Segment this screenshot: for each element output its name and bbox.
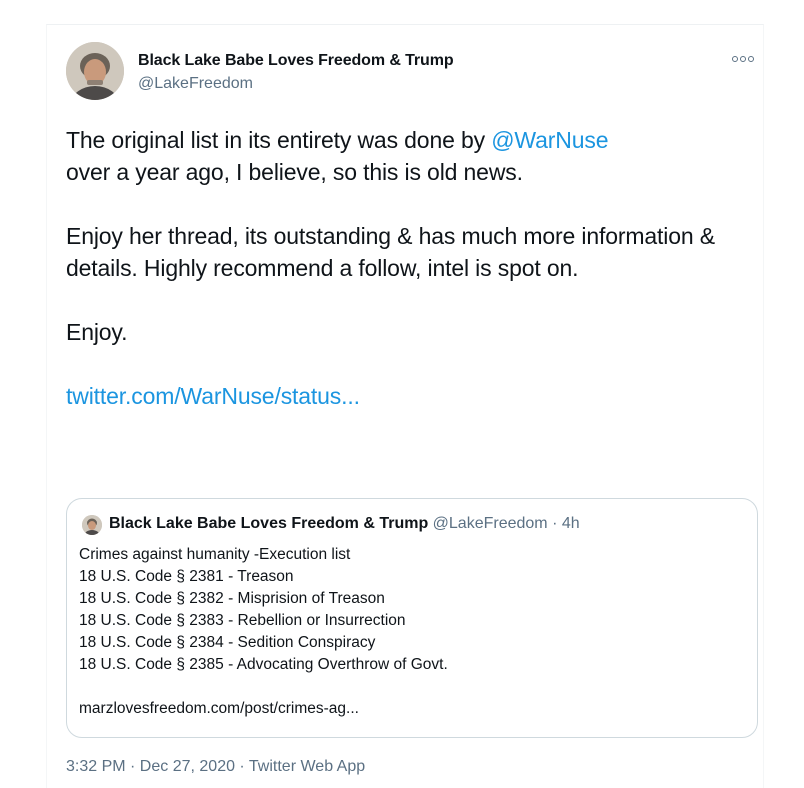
tweet-text: The original list in its entirety was do… <box>66 124 766 412</box>
quote-line: 18 U.S. Code § 2382 - Misprision of Trea… <box>79 590 385 607</box>
quote-line: Crimes against humanity -Execution list <box>79 546 351 563</box>
avatar-photo <box>66 42 124 100</box>
author-handle[interactable]: @LakeFreedom <box>138 75 253 93</box>
avatar[interactable] <box>66 42 124 100</box>
tweet-timestamp[interactable]: 3:32 PM · Dec 27, 2020 · Twitter Web App <box>66 758 365 776</box>
more-dot <box>740 56 746 62</box>
more-dots-icon[interactable] <box>731 52 755 66</box>
author-name[interactable]: Black Lake Babe Loves Freedom & Trump <box>138 52 454 70</box>
mention-link[interactable]: @WarNuse <box>491 127 608 153</box>
quote-author-meta: @LakeFreedom · 4h <box>428 515 580 532</box>
tweet-text-segment: The original list in its entirety was do… <box>66 127 492 153</box>
quote-text: Crimes against humanity -Execution list … <box>79 544 749 720</box>
tweet-text-paragraph: Enjoy. <box>66 319 128 345</box>
quote-link: marzlovesfreedom.com/post/crimes-ag... <box>79 700 359 717</box>
quote-tweet[interactable]: Black Lake Babe Loves Freedom & Trump @L… <box>66 498 758 738</box>
quote-avatar <box>82 515 102 535</box>
more-dot <box>732 56 738 62</box>
quote-line: 18 U.S. Code § 2381 - Treason <box>79 568 294 585</box>
tweet-text-line: The original list in its entirety was do… <box>66 124 766 156</box>
quote-avatar-photo <box>82 515 102 535</box>
quote-line: 18 U.S. Code § 2384 - Sedition Conspirac… <box>79 634 376 651</box>
quote-author-name: Black Lake Babe Loves Freedom & Trump <box>109 515 429 532</box>
tweet-text-paragraph: Enjoy her thread, its outstanding & has … <box>66 223 715 281</box>
quote-header: Black Lake Babe Loves Freedom & Trump @L… <box>109 515 580 533</box>
quote-line: 18 U.S. Code § 2385 - Advocating Overthr… <box>79 656 448 673</box>
tweet-text-line: over a year ago, I believe, so this is o… <box>66 159 523 185</box>
more-dot <box>748 56 754 62</box>
tweet-link[interactable]: twitter.com/WarNuse/status... <box>66 383 360 409</box>
quote-line: 18 U.S. Code § 2383 - Rebellion or Insur… <box>79 612 406 629</box>
